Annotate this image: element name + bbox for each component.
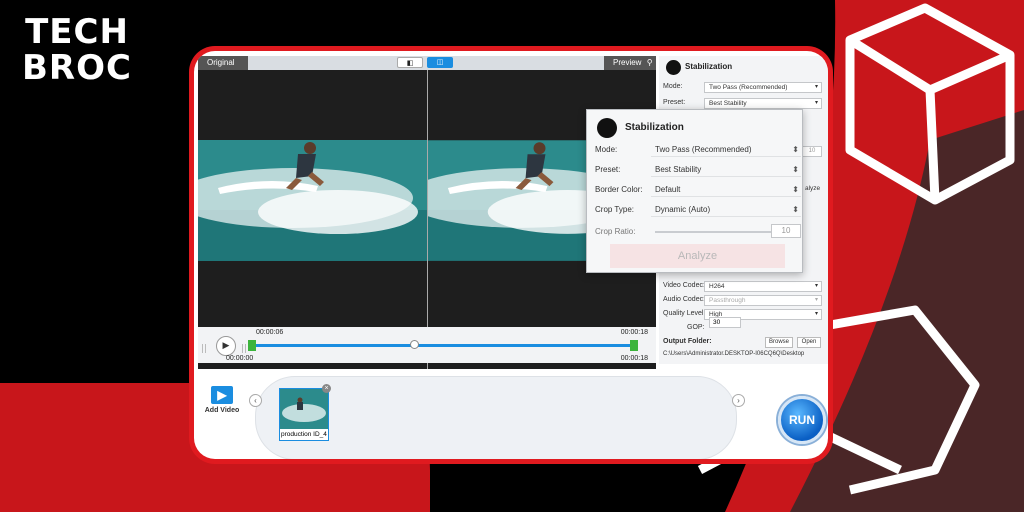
video-codec-label: Video Codec: [663,282,705,289]
popup-crop-type-row: Crop Type: Dynamic (Auto) [595,202,801,217]
popup-mode-row: Mode: Two Pass (Recommended) [595,142,801,157]
stabilization-icon [666,60,681,75]
output-folder-path: C:\Users\Administrator.DESKTOP-I06CQ6Q\D… [663,351,805,357]
search-icon[interactable]: ⚲ [647,58,653,67]
gop-input[interactable]: 30 [709,317,741,328]
clip-name: production ID_4 [281,431,327,438]
timeline-scrubber[interactable] [409,340,419,349]
quality-label: Quality Level: [663,310,706,317]
logo-line-1: TECH [25,12,129,52]
popup-crop-ratio-label: Crop Ratio: [595,227,636,236]
split-view-icon[interactable]: ◧ [397,57,423,68]
popup-border-row: Border Color: Default [595,182,801,197]
popup-preset-label: Preset: [595,165,621,174]
trim-end-marker[interactable] [630,340,638,351]
gop-label: GOP: [687,324,705,331]
side-by-side-icon[interactable]: ◫ [427,57,453,68]
original-label: Original [198,56,248,70]
browse-button[interactable]: Browse [765,337,793,348]
crop-ratio-slider[interactable] [655,231,772,233]
panel-mode-row: Mode: Two Pass (Recommended) [663,82,823,94]
add-video-icon: ▶ [211,386,233,404]
panel-preset-label: Preset: [663,99,686,106]
app-window: Original ◧ ◫ Preview ⚲ ▶ 00:00:06 00:00:… [194,51,828,459]
preview-toolbar: Original ◧ ◫ Preview ⚲ [198,56,656,70]
timeline-track[interactable] [254,344,634,347]
popup-border-select[interactable]: Default [651,182,801,197]
open-button[interactable]: Open [797,337,821,348]
start-time: 00:00:00 [226,355,254,362]
clip-thumbnail[interactable]: production ID_4 [279,388,329,441]
preview-label: Preview [613,58,642,67]
add-video-button[interactable]: ▶ Add Video [202,386,242,414]
panel-analyze-fragment: alyze [805,185,821,192]
audio-codec-select[interactable]: Passthrough [704,295,822,306]
popup-crop-type-label: Crop Type: [595,205,634,214]
panel-ratio-fragment[interactable]: 10 [802,146,822,157]
panel-title: Stabilization [685,62,733,71]
popup-mode-label: Mode: [595,145,618,154]
trim-start-marker[interactable] [248,340,256,351]
end-time-top: 00:00:18 [620,329,648,336]
panel-mode-select[interactable]: Two Pass (Recommended) [704,82,822,93]
chevron-right-icon: › [737,396,740,405]
popup-border-label: Border Color: [595,185,643,194]
clip-thumbnail-image [280,389,328,429]
play-button[interactable]: ▶ [216,336,236,356]
grip-icon [202,344,208,353]
current-time: 00:00:06 [256,329,284,336]
panel-mode-label: Mode: [663,83,683,90]
remove-clip-icon[interactable]: × [322,384,331,393]
add-video-label: Add Video [204,407,240,414]
video-codec-select[interactable]: H264 [704,281,822,292]
stabilization-popup: Stabilization Mode: Two Pass (Recommende… [586,109,803,273]
scroll-left-button[interactable]: ‹ [249,394,262,407]
analyze-button[interactable]: Analyze [610,244,785,268]
end-time-bottom: 00:00:18 [620,355,648,362]
preview-label-box: Preview ⚲ [604,56,656,70]
popup-title: Stabilization [625,122,684,133]
output-folder-label: Output Folder: [663,338,712,345]
popup-mode-select[interactable]: Two Pass (Recommended) [651,142,801,157]
techbroc-logo: TECH BROC [22,14,132,86]
run-button[interactable]: RUN [778,396,826,444]
quality-row: Quality Level: High [663,309,823,321]
surfer-image-original [198,140,427,261]
popup-preset-select[interactable]: Best Stability [651,162,801,177]
popup-preset-row: Preset: Best Stability [595,162,801,177]
popup-crop-type-select[interactable]: Dynamic (Auto) [651,202,801,217]
scroll-right-button[interactable]: › [732,394,745,407]
chevron-left-icon: ‹ [254,396,257,405]
logo-line-2: BROC [22,48,132,88]
original-video-frame [198,140,427,261]
panel-preset-select[interactable]: Best Stability [704,98,822,109]
audio-codec-label: Audio Codec: [663,296,706,303]
crop-ratio-input[interactable]: 10 [771,224,801,238]
audio-codec-row: Audio Codec: Passthrough [663,295,823,307]
play-icon: ▶ [222,340,230,350]
stabilization-icon [597,118,617,138]
timeline: ▶ 00:00:06 00:00:00 00:00:18 00:00:18 [198,327,656,363]
popup-crop-ratio-row: Crop Ratio: 10 [595,224,801,239]
video-codec-row: Video Codec: H264 [663,281,823,293]
app-window-frame: Original ◧ ◫ Preview ⚲ ▶ 00:00:06 00:00:… [189,46,833,464]
